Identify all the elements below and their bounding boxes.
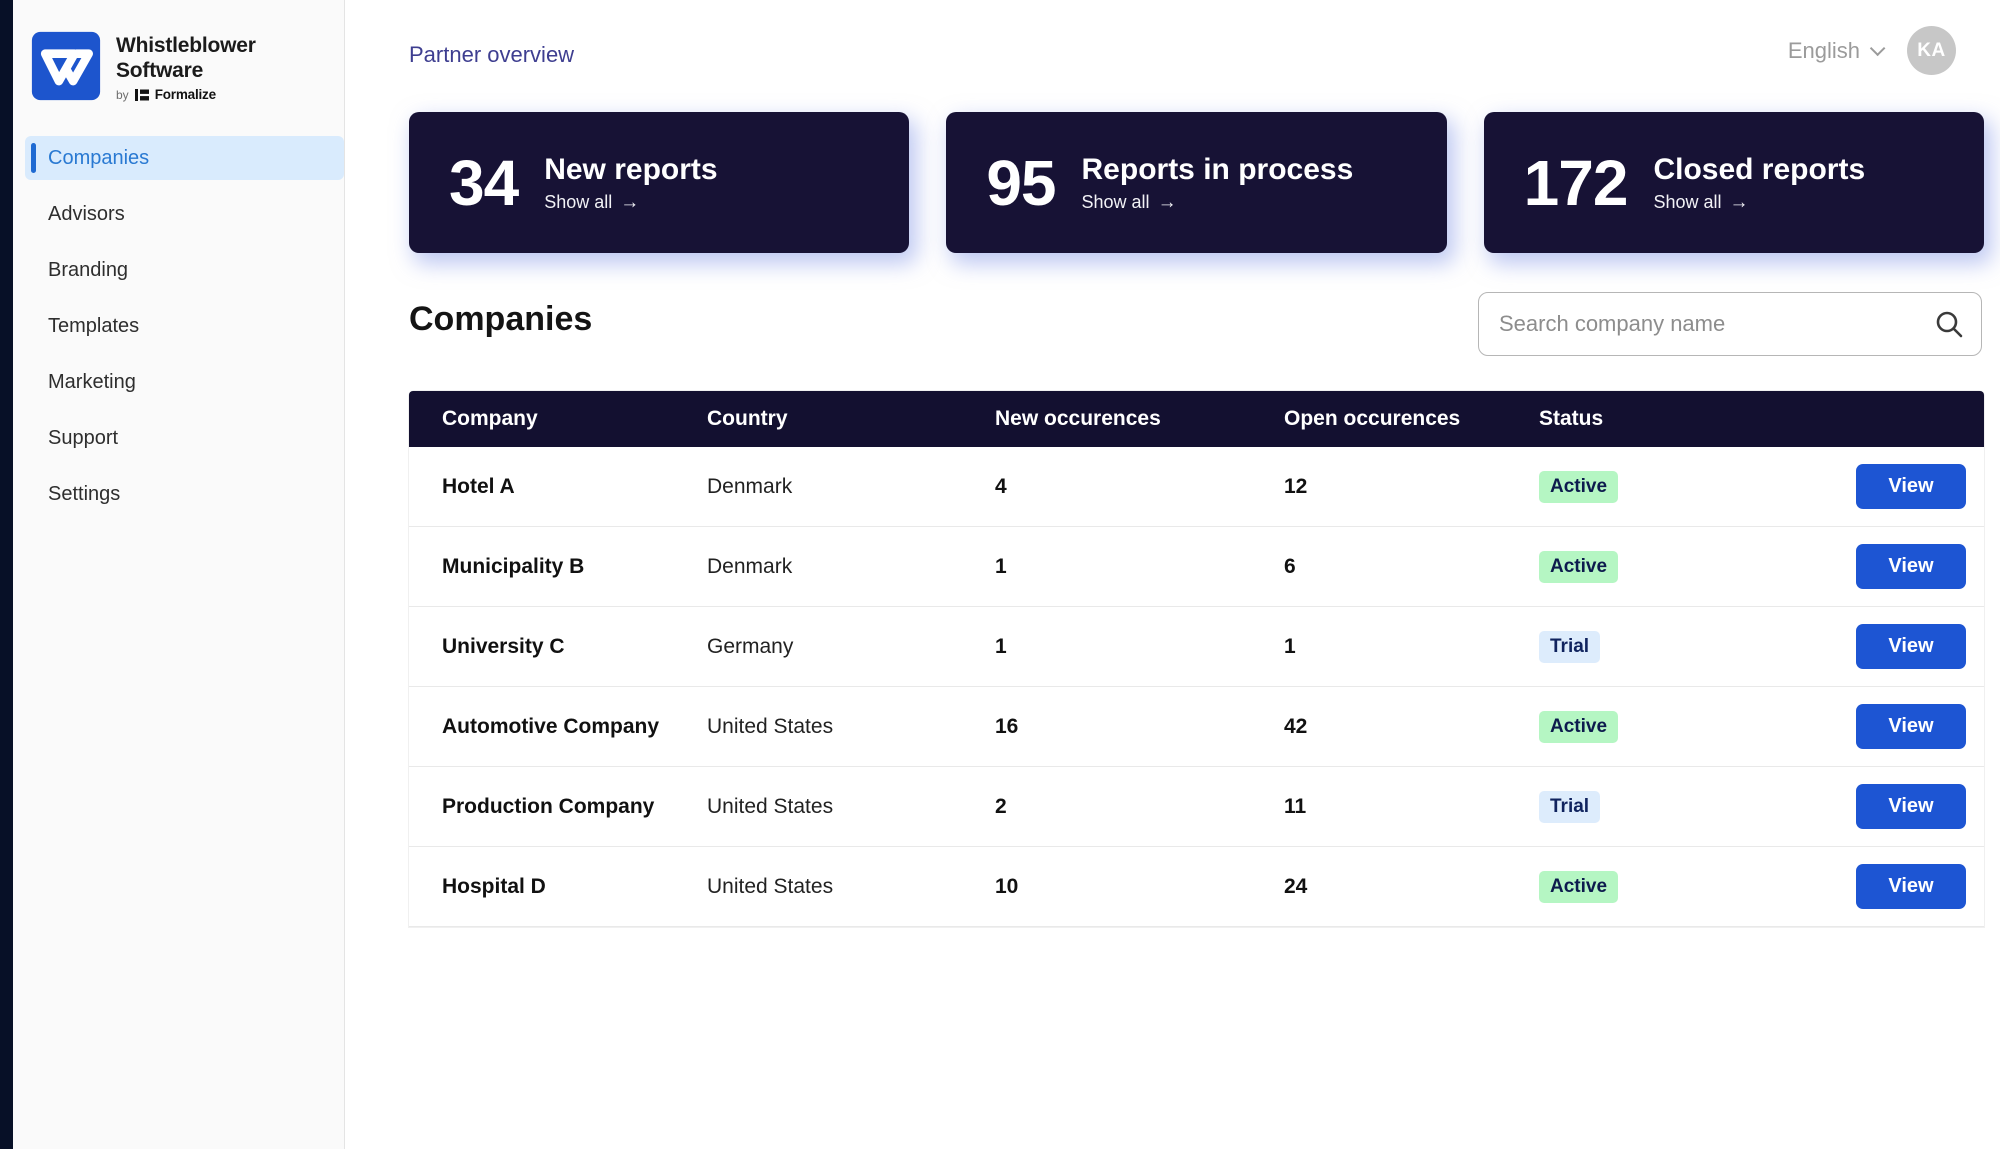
show-all-link[interactable]: Show all → (544, 192, 717, 213)
search-icon[interactable] (1934, 309, 1964, 339)
avatar[interactable]: KA (1907, 26, 1956, 75)
status-badge: Trial (1539, 790, 1601, 823)
new-occurences-value: 2 (995, 794, 1007, 818)
whistleblower-logo-icon (31, 31, 101, 101)
company-country: Denmark (707, 554, 793, 578)
company-name: Hospital D (442, 874, 546, 898)
brand-text: Whistleblower Software by Formalize (116, 30, 256, 102)
company-country: Germany (707, 634, 794, 658)
sidebar-item-settings[interactable]: Settings (13, 472, 344, 516)
show-all-link[interactable]: Show all → (1082, 192, 1354, 213)
company-name: Hotel A (442, 474, 515, 498)
view-button[interactable]: View (1856, 464, 1966, 509)
search-box (1478, 292, 1982, 356)
topbar-right: English KA (1788, 26, 1956, 75)
sidebar: Whistleblower Software by Formalize Comp… (13, 0, 345, 1149)
view-button[interactable]: View (1856, 704, 1966, 749)
main-content: Partner overview English KA 34 New repor… (346, 0, 2000, 1149)
table-header: Company Country New occurences Open occu… (409, 391, 1984, 447)
page-title: Companies (409, 300, 593, 338)
status-badge: Trial (1539, 630, 1601, 663)
stat-cards-row: 34 New reports Show all → 95 Reports in … (409, 112, 1984, 253)
arrow-right-icon: → (1729, 191, 1749, 213)
new-occurences-value: 1 (995, 554, 1007, 578)
view-button[interactable]: View (1856, 864, 1966, 909)
sidebar-item-marketing[interactable]: Marketing (13, 360, 344, 404)
company-name: Automotive Company (442, 714, 660, 738)
sidebar-nav: Companies Advisors Branding Templates Ma… (13, 136, 344, 528)
sidebar-item-templates[interactable]: Templates (13, 304, 344, 348)
chevron-down-icon (1869, 40, 1886, 57)
view-button[interactable]: View (1856, 624, 1966, 669)
status-badge: Active (1539, 470, 1619, 503)
new-occurences-value: 16 (995, 714, 1019, 738)
show-all-link[interactable]: Show all → (1653, 192, 1865, 213)
open-occurences-value: 24 (1284, 874, 1308, 898)
company-name: University C (442, 634, 565, 658)
stat-card-reports-in-process: 95 Reports in process Show all → (946, 112, 1447, 253)
language-selector[interactable]: English (1787, 37, 1886, 64)
company-country: United States (707, 714, 834, 738)
table-row: Hotel A Denmark 4 12 Active View (409, 447, 1984, 527)
status-badge: Active (1539, 710, 1619, 743)
view-button[interactable]: View (1856, 544, 1966, 589)
show-all-label: Show all (1081, 191, 1150, 212)
stat-value: 172 (1523, 146, 1629, 219)
column-header-new-occurences: New occurences (995, 407, 1161, 430)
show-all-label: Show all (544, 191, 613, 212)
status-badge: Active (1539, 550, 1619, 583)
sidebar-item-advisors[interactable]: Advisors (13, 192, 344, 236)
companies-table: Company Country New occurences Open occu… (409, 391, 1984, 927)
stat-value: 34 (449, 146, 519, 219)
company-country: United States (707, 874, 834, 898)
company-name: Municipality B (442, 554, 585, 578)
view-button[interactable]: View (1856, 784, 1966, 829)
table-row: University C Germany 1 1 Trial View (409, 607, 1984, 687)
breadcrumb[interactable]: Partner overview (409, 42, 574, 68)
formalize-logo-icon (134, 88, 149, 101)
table-row: Municipality B Denmark 1 6 Active View (409, 527, 1984, 607)
column-header-company: Company (442, 407, 538, 430)
stat-card-new-reports: 34 New reports Show all → (409, 112, 910, 253)
left-edge-strip (0, 0, 13, 1149)
company-country: Denmark (707, 474, 793, 498)
status-badge: Active (1539, 870, 1619, 903)
new-occurences-value: 10 (995, 874, 1019, 898)
brand-name-line1: Whistleblower (116, 34, 256, 57)
language-label: English (1787, 37, 1860, 63)
stat-value: 95 (986, 146, 1056, 219)
sidebar-item-companies[interactable]: Companies (25, 136, 344, 180)
arrow-right-icon: → (620, 191, 640, 213)
stat-title: Reports in process (1081, 152, 1354, 186)
sidebar-item-branding[interactable]: Branding (13, 248, 344, 292)
brand-name-line2: Software (116, 58, 204, 82)
brand-by-label: by (116, 87, 129, 102)
stat-title: Closed reports (1653, 152, 1866, 186)
open-occurences-value: 1 (1284, 634, 1296, 658)
open-occurences-value: 12 (1284, 474, 1308, 498)
show-all-label: Show all (1653, 191, 1722, 212)
open-occurences-value: 11 (1284, 794, 1307, 818)
new-occurences-value: 4 (995, 474, 1007, 498)
new-occurences-value: 1 (995, 634, 1007, 658)
stat-card-closed-reports: 172 Closed reports Show all → (1483, 112, 1984, 253)
company-name: Production Company (442, 794, 655, 818)
brand: Whistleblower Software by Formalize (13, 0, 344, 102)
company-country: United States (707, 794, 834, 818)
table-row: Hospital D United States 10 24 Active Vi… (409, 847, 1984, 927)
stat-title: New reports (544, 152, 718, 186)
formalize-brand-label: Formalize (154, 87, 216, 103)
search-input[interactable] (1478, 292, 1982, 356)
table-row: Production Company United States 2 11 Tr… (409, 767, 1984, 847)
open-occurences-value: 6 (1284, 554, 1296, 578)
open-occurences-value: 42 (1284, 714, 1308, 738)
column-header-status: Status (1539, 407, 1604, 430)
sidebar-item-support[interactable]: Support (13, 416, 344, 460)
table-row: Automotive Company United States 16 42 A… (409, 687, 1984, 767)
arrow-right-icon: → (1157, 191, 1177, 213)
column-header-open-occurences: Open occurences (1284, 407, 1461, 430)
column-header-country: Country (707, 407, 788, 430)
